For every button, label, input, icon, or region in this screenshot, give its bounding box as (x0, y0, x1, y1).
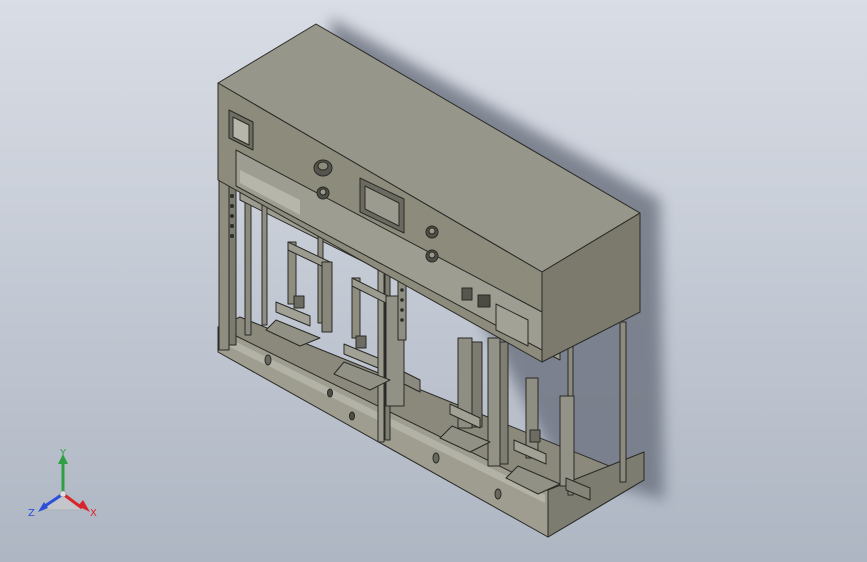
triad-origin (59, 490, 67, 498)
left-side-frame (218, 179, 237, 351)
center-divider (397, 279, 407, 341)
switch-block-2[interactable] (477, 294, 491, 308)
z-axis-label: Z (28, 508, 35, 519)
x-axis-label: X (90, 508, 97, 519)
axis-triad[interactable]: Y X Z (20, 446, 110, 526)
cad-model-view[interactable] (0, 0, 867, 562)
y-axis-label: Y (59, 448, 67, 459)
switch-block[interactable] (461, 287, 473, 301)
cad-viewport[interactable]: Y X Z (0, 0, 867, 562)
